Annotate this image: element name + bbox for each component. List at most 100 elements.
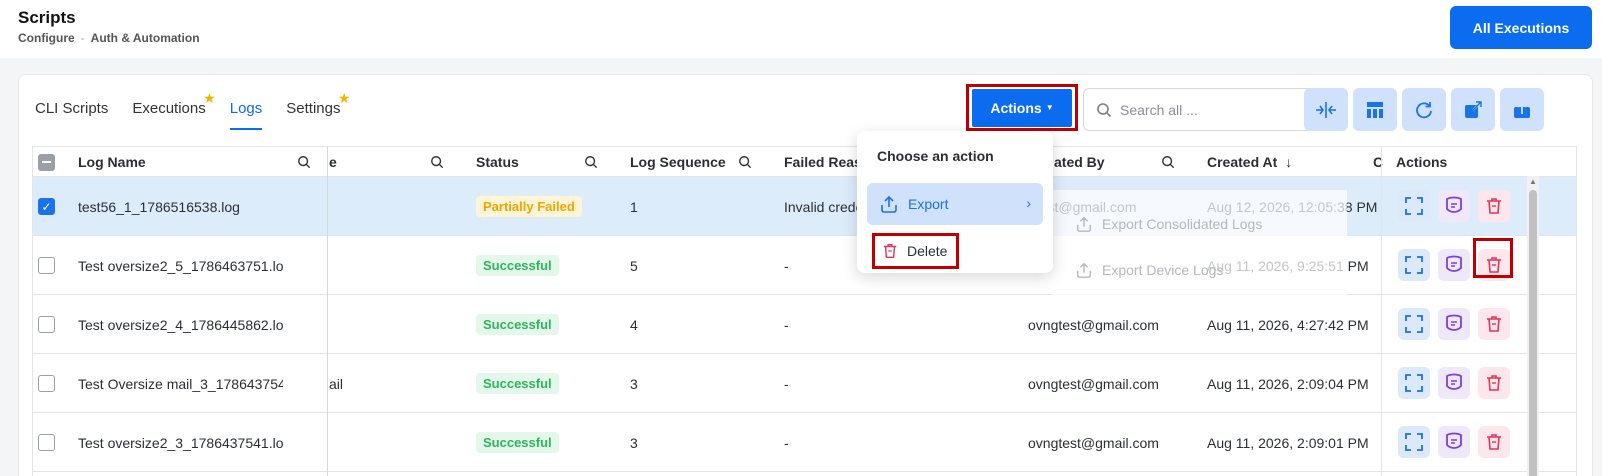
expand-button[interactable] bbox=[1398, 190, 1430, 222]
trash-icon bbox=[1487, 198, 1501, 214]
export-device-logs[interactable]: Export Device Logs bbox=[1075, 261, 1223, 279]
row-checkbox[interactable] bbox=[38, 375, 55, 392]
created-at-cell: Aug 11, 2026, 2:09:04 PM bbox=[1207, 375, 1369, 392]
row-checkbox[interactable] bbox=[38, 434, 55, 451]
created-by-cell: ovngtest@gmail.com bbox=[1028, 316, 1159, 333]
expand-button[interactable] bbox=[1398, 308, 1430, 340]
col-log-name[interactable]: Log Name bbox=[78, 147, 146, 177]
menu-item-delete[interactable]: Delete bbox=[872, 233, 959, 269]
log-name-cell[interactable]: test56_1_1786516538.log bbox=[78, 177, 283, 236]
select-all-cell bbox=[38, 147, 58, 177]
log-sequence-filter[interactable] bbox=[738, 147, 752, 177]
ai-summary-button[interactable] bbox=[1438, 367, 1470, 399]
trash-icon bbox=[883, 243, 897, 259]
open-external-button[interactable] bbox=[1451, 88, 1495, 131]
created-by-cell: ovngtest@gmail.com bbox=[1028, 434, 1159, 451]
expand-button[interactable] bbox=[1398, 249, 1430, 281]
col-created-by[interactable]: ated By bbox=[1054, 147, 1105, 177]
delete-button-highlight bbox=[1473, 238, 1513, 278]
row-checkbox[interactable]: ✓ bbox=[38, 198, 55, 215]
trash-icon bbox=[1487, 316, 1501, 332]
menu-item-export[interactable]: Export › bbox=[867, 183, 1043, 225]
col-created-at[interactable]: Created At ↓ bbox=[1207, 147, 1292, 177]
failed-reason-cell: - bbox=[784, 257, 789, 274]
created-by-filter[interactable] bbox=[1161, 147, 1175, 177]
upload-button[interactable] bbox=[1500, 88, 1544, 131]
vertical-scrollbar[interactable]: ▲ bbox=[1527, 176, 1539, 476]
status-cell: Partially Failed bbox=[476, 177, 582, 236]
refresh-button[interactable] bbox=[1402, 88, 1446, 131]
expand-icon bbox=[1405, 433, 1423, 451]
expand-button[interactable] bbox=[1398, 367, 1430, 399]
row-select-cell bbox=[38, 295, 55, 354]
collapse-columns-icon bbox=[1316, 101, 1336, 118]
delete-button[interactable] bbox=[1478, 426, 1510, 458]
expand-icon bbox=[1405, 256, 1423, 274]
failed-reason-cell: - bbox=[784, 375, 789, 392]
delete-button[interactable] bbox=[1478, 367, 1510, 399]
refresh-icon bbox=[1416, 101, 1432, 118]
table-layout-button[interactable] bbox=[1353, 88, 1397, 131]
col-script-partial[interactable]: e bbox=[329, 147, 337, 177]
ai-summary-button[interactable] bbox=[1438, 308, 1470, 340]
star-icon: ★ bbox=[203, 90, 216, 106]
export-submenu: Export Consolidated Logs Export Device L… bbox=[1053, 190, 1347, 302]
log-name-filter[interactable] bbox=[297, 147, 311, 177]
failed-reason-cell: - bbox=[784, 434, 789, 451]
script-cell: ail bbox=[329, 375, 344, 392]
ai-summary-button[interactable] bbox=[1438, 190, 1470, 222]
actions-label: Actions bbox=[990, 99, 1042, 116]
expand-icon bbox=[1405, 315, 1423, 333]
script-filter[interactable] bbox=[430, 147, 444, 177]
menu-title: Choose an action bbox=[877, 148, 994, 164]
log-name-cell[interactable]: Test Oversize mail_3_178643754... bbox=[78, 354, 283, 413]
expand-icon bbox=[1405, 197, 1423, 215]
upload-icon bbox=[1514, 101, 1530, 118]
table-row[interactable]: Test Oversize mail_3_178643754... ail Succ… bbox=[33, 354, 1576, 413]
export-consolidated-logs[interactable]: Export Consolidated Logs bbox=[1075, 215, 1262, 233]
collapse-columns-button[interactable] bbox=[1304, 88, 1348, 131]
delete-button[interactable] bbox=[1478, 308, 1510, 340]
scroll-up-icon: ▲ bbox=[1529, 177, 1537, 186]
search-input[interactable] bbox=[1120, 101, 1310, 118]
col-log-sequence[interactable]: Log Sequence bbox=[630, 147, 726, 177]
ai-summary-button[interactable] bbox=[1438, 249, 1470, 281]
ai-summary-icon bbox=[1446, 373, 1462, 390]
upload-icon bbox=[881, 195, 897, 213]
expand-button[interactable] bbox=[1398, 426, 1430, 458]
tab-label: Executions bbox=[132, 100, 206, 117]
breadcrumb-item[interactable]: Auth & Automation bbox=[91, 31, 200, 45]
row-checkbox[interactable] bbox=[38, 316, 55, 333]
tab-label: Settings bbox=[286, 100, 341, 117]
all-executions-button[interactable]: All Executions bbox=[1450, 6, 1592, 49]
table-row[interactable]: Test oversize2_4_1786445862.log Successfu… bbox=[33, 295, 1576, 354]
search-icon bbox=[739, 156, 752, 169]
actions-button[interactable]: Actions ▼ bbox=[972, 88, 1072, 127]
submenu-label: Export Consolidated Logs bbox=[1102, 216, 1263, 232]
col-status[interactable]: Status bbox=[476, 147, 519, 177]
search-icon bbox=[431, 156, 444, 169]
table-header: Log Name e Status Log Sequence Failed Re… bbox=[33, 147, 1576, 177]
tab-settings[interactable]: Settings ★ bbox=[286, 90, 350, 130]
ai-summary-button[interactable] bbox=[1438, 426, 1470, 458]
log-name-cell[interactable]: Test oversize2_4_1786445862.log bbox=[78, 295, 283, 354]
tab-executions[interactable]: Executions ★ bbox=[132, 90, 215, 130]
log-name-cell[interactable]: Test oversize2_5_1786463751.log bbox=[78, 236, 283, 295]
actions-button-highlight: Actions ▼ bbox=[966, 84, 1078, 131]
action-menu: Choose an action Export › Delete bbox=[857, 131, 1053, 273]
menu-item-label: Delete bbox=[907, 243, 948, 259]
log-sequence-cell: 4 bbox=[630, 316, 638, 333]
status-cell: Successful bbox=[476, 413, 559, 472]
tab-cli-scripts[interactable]: CLI Scripts bbox=[35, 96, 108, 130]
select-all-checkbox[interactable] bbox=[38, 153, 55, 171]
status-badge: Partially Failed bbox=[476, 196, 582, 217]
created-at-cell: Aug 11, 2026, 4:27:42 PM bbox=[1207, 316, 1369, 333]
row-checkbox[interactable] bbox=[38, 257, 55, 274]
status-filter[interactable] bbox=[584, 147, 598, 177]
log-name-cell[interactable]: Test oversize2_3_1786437541.log bbox=[78, 413, 283, 472]
tab-logs[interactable]: Logs bbox=[229, 96, 263, 130]
delete-button[interactable] bbox=[1478, 190, 1510, 222]
table-row[interactable]: Test oversize2_3_1786437541.log Successfu… bbox=[33, 413, 1576, 472]
breadcrumb-item[interactable]: Configure bbox=[18, 31, 75, 45]
scrollbar-thumb[interactable] bbox=[1529, 190, 1537, 476]
